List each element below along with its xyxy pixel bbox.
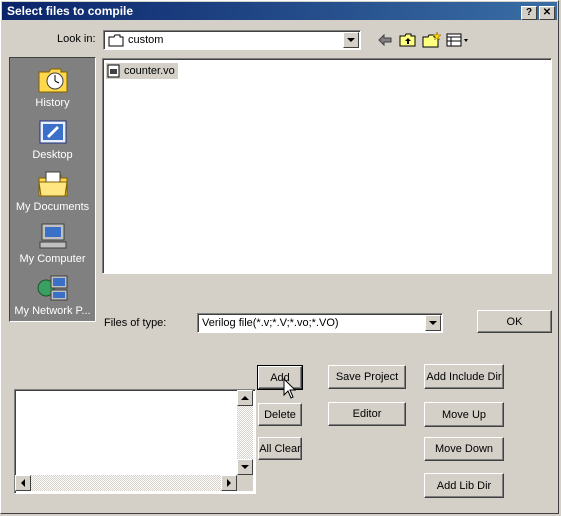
arrow-down-icon <box>241 465 249 469</box>
network-places-icon <box>37 275 68 301</box>
scroll-down-button[interactable] <box>237 459 253 475</box>
look-in-combo[interactable]: custom <box>103 30 361 50</box>
move-down-button[interactable]: Move Down <box>424 437 504 461</box>
editor-button[interactable]: Editor <box>328 402 406 426</box>
scroll-up-button[interactable] <box>237 390 253 406</box>
title-bar[interactable]: Select files to compile ? ✕ <box>2 2 557 20</box>
scroll-right-button[interactable] <box>221 475 237 491</box>
places-my-documents[interactable]: My Documents <box>10 166 95 216</box>
places-my-computer[interactable]: My Computer <box>10 218 95 268</box>
file-type-dropdown-button[interactable] <box>425 315 441 331</box>
places-history[interactable]: History <box>10 62 95 112</box>
places-label: My Network P... <box>14 305 91 317</box>
scroll-left-button[interactable] <box>15 475 31 491</box>
view-menu-icon[interactable] <box>446 33 470 47</box>
places-bar: History Desktop My Documents My Computer <box>9 57 96 322</box>
my-documents-icon <box>38 171 68 197</box>
look-in-value: custom <box>128 34 164 46</box>
close-button[interactable]: ✕ <box>539 6 555 20</box>
places-desktop[interactable]: Desktop <box>10 114 95 164</box>
delete-button[interactable]: Delete <box>258 403 302 426</box>
places-label: My Documents <box>15 201 90 213</box>
look-in-label: Look in: <box>57 33 96 45</box>
file-name: counter.vo <box>124 65 175 77</box>
arrow-left-icon <box>21 479 25 487</box>
save-project-button[interactable]: Save Project <box>328 365 406 389</box>
arrow-right-icon <box>227 479 231 487</box>
selected-files-list[interactable] <box>14 389 256 494</box>
my-computer-icon <box>39 223 67 249</box>
file-type-combo[interactable]: Verilog file(*.v;*.V;*.vo;*.VO) <box>197 313 443 333</box>
all-clear-button[interactable]: All Clear <box>258 437 302 460</box>
places-label: Desktop <box>32 149 73 161</box>
folder-icon <box>108 34 124 47</box>
add-lib-dir-button[interactable]: Add Lib Dir <box>424 473 504 498</box>
new-folder-icon[interactable] <box>422 31 442 48</box>
file-icon <box>107 64 120 78</box>
places-label: My Computer <box>19 253 86 265</box>
places-label: History <box>35 97 70 109</box>
chevron-down-icon <box>429 321 437 325</box>
up-folder-icon[interactable] <box>399 32 417 48</box>
file-type-value: Verilog file(*.v;*.V;*.vo;*.VO) <box>202 317 339 329</box>
window-title: Select files to compile <box>7 4 134 18</box>
horizontal-scrollbar[interactable] <box>15 475 237 491</box>
places-network[interactable]: My Network P... <box>10 270 95 320</box>
history-icon <box>38 68 68 93</box>
add-include-dir-button[interactable]: Add Include Dir <box>424 364 504 389</box>
scrollbar-corner <box>237 475 253 491</box>
ok-button[interactable]: OK <box>477 310 552 333</box>
help-button[interactable]: ? <box>521 6 537 20</box>
look-in-dropdown-button[interactable] <box>343 32 359 48</box>
desktop-icon <box>39 120 67 144</box>
back-arrow-icon[interactable] <box>377 33 393 47</box>
move-up-button[interactable]: Move Up <box>424 402 504 427</box>
mouse-cursor-icon <box>283 378 297 399</box>
chevron-down-icon <box>347 38 355 42</box>
arrow-up-icon <box>241 396 249 400</box>
file-item[interactable]: counter.vo <box>106 63 178 79</box>
file-type-label: Files of type: <box>104 317 167 329</box>
file-list[interactable]: counter.vo <box>102 58 552 274</box>
